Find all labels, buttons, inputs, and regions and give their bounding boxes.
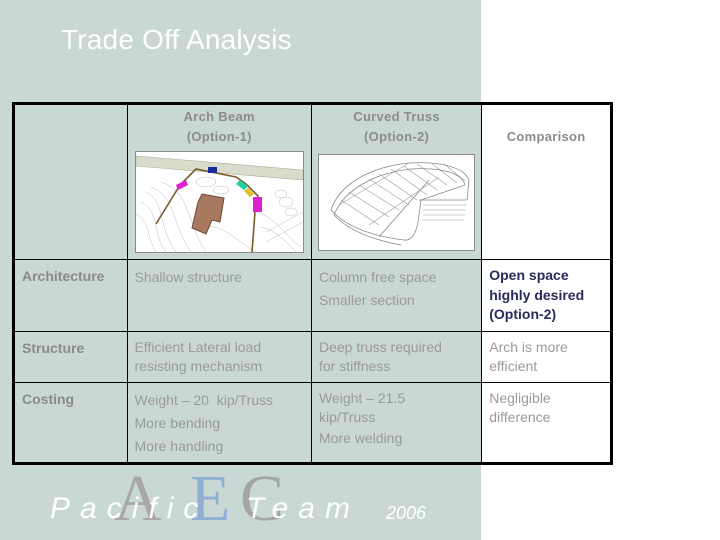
footer-word-pacific: Pacific	[50, 492, 209, 525]
architecture-option1: Shallow structure	[128, 260, 311, 293]
costing-comparison: Negligible difference	[482, 383, 610, 431]
costing-option2-line: kip/Truss	[318, 409, 376, 425]
table-row-structure: Structure Efficient Lateral load resisti…	[12, 331, 613, 383]
row-label-structure: Structure	[22, 340, 85, 356]
architecture-comparison-line: highly desired	[489, 286, 585, 303]
structure-comparison: Arch is more efficient	[482, 332, 610, 380]
option2-subtitle: (Option-2)	[364, 129, 430, 144]
structure-option2-line: for stiffness	[318, 358, 391, 374]
row-label-architecture: Architecture	[22, 268, 105, 284]
costing-option1: Weight – 20 kip/Truss More bending More …	[128, 383, 311, 462]
curved-truss-image	[318, 154, 476, 251]
header-comparison: Comparison	[481, 102, 613, 260]
option1-subtitle: (Option-1)	[186, 129, 252, 144]
architecture-option2: Column free space Smaller section	[312, 260, 481, 316]
row-label-costing: Costing	[22, 391, 75, 407]
costing-option1-line: More handling	[134, 438, 224, 454]
architecture-option2-line: Column free space	[318, 269, 437, 285]
costing-option2: Weight – 21.5 kip/Truss More welding	[312, 383, 481, 454]
architecture-option1-line: Shallow structure	[134, 269, 242, 285]
footer-year: 2006	[386, 503, 427, 523]
architecture-comparison-line: (Option-2)	[489, 306, 557, 322]
trade-off-table: Arch Beam (Option-1) Curved Truss (Optio…	[12, 102, 613, 465]
header-option1: Arch Beam (Option-1)	[126, 102, 312, 260]
costing-option1-line: More bending	[134, 415, 221, 431]
costing-option1-line: Weight – 20 kip/Truss	[134, 392, 274, 408]
structure-comparison-line: Arch is more	[489, 339, 568, 355]
table-row-architecture: Architecture Shallow structure Column fr…	[12, 259, 613, 332]
architecture-option2-line: Smaller section	[318, 292, 415, 308]
structure-option1-line: resisting mechanism	[134, 358, 263, 374]
header-option2: Curved Truss (Option-2)	[310, 102, 483, 260]
structure-option1-line: Efficient Lateral load	[134, 339, 262, 355]
costing-comparison-line: Negligible	[489, 390, 551, 406]
option1-title: Arch Beam	[183, 109, 255, 124]
header-corner-cell	[12, 102, 128, 260]
structure-comparison-line: efficient	[489, 358, 538, 374]
comparison-header: Comparison	[506, 129, 586, 144]
structure-option2-line: Deep truss required	[318, 339, 442, 355]
costing-option2-line: More welding	[318, 430, 403, 446]
table-row-costing: Costing Weight – 20 kip/Truss More bendi…	[12, 382, 613, 465]
arch-beam-image	[134, 151, 304, 253]
header-row: Arch Beam (Option-1) Curved Truss (Optio…	[12, 102, 613, 260]
footer-logo: A E C Pacific Team 2006	[48, 466, 468, 538]
costing-option2-line: Weight – 21.5	[318, 390, 406, 406]
slide-title: Trade Off Analysis	[61, 24, 292, 55]
costing-comparison-line: difference	[489, 409, 551, 425]
option2-title: Curved Truss	[353, 109, 440, 124]
architecture-comparison-line: Open space	[489, 267, 569, 283]
structure-option2: Deep truss required for stiffness	[312, 332, 481, 380]
footer-word-team: Team	[246, 492, 360, 525]
architecture-comparison: Open space highly desired (Option-2)	[482, 260, 610, 329]
structure-option1: Efficient Lateral load resisting mechani…	[128, 332, 311, 380]
